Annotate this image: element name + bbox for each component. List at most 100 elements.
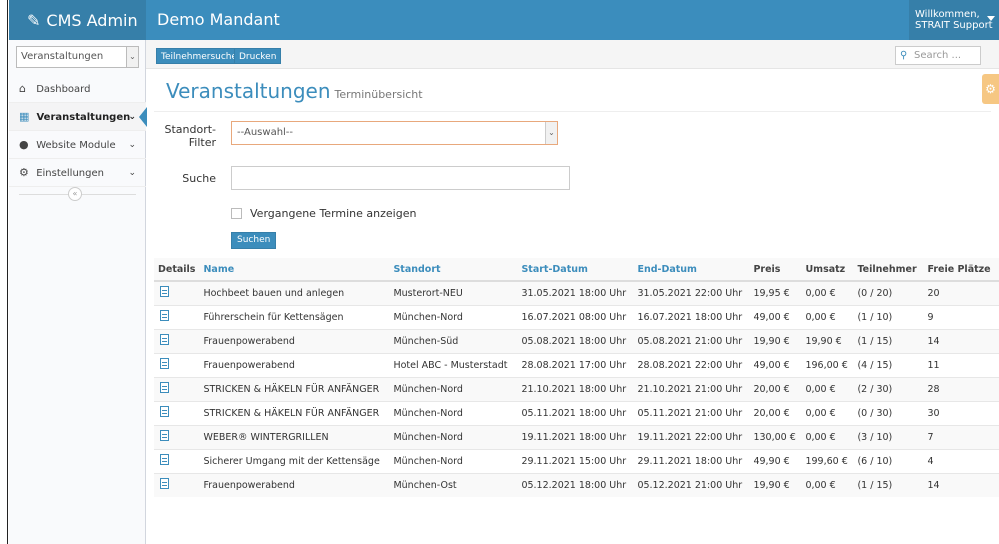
document-icon[interactable] <box>160 454 169 465</box>
module-select-value: Veranstaltungen <box>21 51 104 62</box>
teilnehmersuche-button[interactable]: Teilnehmersuche <box>156 48 243 64</box>
col-teilnehmer: Teilnehmer <box>853 258 924 282</box>
cell-umsatz: 0,00 € <box>801 376 854 401</box>
cell-frei: 30 <box>923 400 999 425</box>
cell-teilnehmer: (4 / 15) <box>853 352 924 377</box>
col-details: Details <box>154 258 200 282</box>
document-icon[interactable] <box>160 310 169 321</box>
brand-label: CMS Admin <box>46 10 138 30</box>
cell-start: 16.07.2021 08:00 Uhr <box>517 304 634 329</box>
document-icon[interactable] <box>160 286 169 298</box>
user-name: STRAIT Support <box>915 20 993 31</box>
document-icon[interactable] <box>160 406 169 417</box>
table-row: STRICKEN & HÄKELN FÜR ANFÄNGER München-N… <box>154 376 999 401</box>
sidebar-item-einstellungen[interactable]: ⚙ Einstellungen ⌄ <box>9 159 146 187</box>
table-row: WEBER® WINTERGRILLEN München-Nord 19.11.… <box>154 424 999 449</box>
table-row: STRICKEN & HÄKELN FÜR ANFÄNGER München-N… <box>154 400 999 425</box>
cell-preis: 49,00 € <box>749 304 802 329</box>
document-icon[interactable] <box>160 430 169 441</box>
cell-teilnehmer: (0 / 20) <box>853 280 924 305</box>
cell-start: 05.11.2021 18:00 Uhr <box>517 400 634 425</box>
cell-standort: München-Nord <box>389 376 518 401</box>
col-end-datum[interactable]: End-Datum <box>633 258 750 282</box>
cell-standort: München-Nord <box>389 304 518 329</box>
vergangene-termine-label[interactable]: Vergangene Termine anzeigen <box>250 207 416 220</box>
cell-umsatz: 19,90 € <box>801 328 854 353</box>
page-title: Veranstaltungen Terminübersicht <box>166 79 423 103</box>
cell-end: 19.11.2021 22:00 Uhr <box>633 424 750 449</box>
window-border <box>0 0 8 544</box>
sidebar-item-label: Website Module <box>36 140 116 151</box>
cell-standort: München-Nord <box>389 400 518 425</box>
cell-frei: 7 <box>923 424 999 449</box>
cell-name: Frauenpowerabend <box>199 472 390 497</box>
cell-preis: 19,90 € <box>749 472 802 497</box>
standort-filter-label: Standort- Filter <box>160 123 216 149</box>
standort-filter-value: --Auswahl-- <box>237 127 294 138</box>
col-name[interactable]: Name <box>199 258 390 282</box>
chevron-down-icon: ⌄ <box>545 122 557 144</box>
cell-frei: 14 <box>923 328 999 353</box>
cell-umsatz: 0,00 € <box>801 304 854 329</box>
cell-name: Hochbeet bauen und anlegen <box>199 280 390 305</box>
col-umsatz: Umsatz <box>801 258 854 282</box>
vergangene-termine-checkbox[interactable] <box>231 208 242 219</box>
cell-teilnehmer: (6 / 10) <box>853 448 924 473</box>
drucken-button[interactable]: Drucken <box>234 48 282 64</box>
caret-down-icon <box>987 16 995 21</box>
cell-start: 05.08.2021 18:00 Uhr <box>517 328 634 353</box>
cell-start: 21.10.2021 18:00 Uhr <box>517 376 634 401</box>
user-menu[interactable]: Willkommen, STRAIT Support <box>909 0 999 40</box>
cell-preis: 130,00 € <box>749 424 802 449</box>
search-input[interactable]: ⚲ Search ... <box>895 46 981 65</box>
cell-end: 31.05.2021 22:00 Uhr <box>633 280 750 305</box>
cell-start: 29.11.2021 15:00 Uhr <box>517 448 634 473</box>
sidebar-collapse[interactable]: « <box>9 187 146 201</box>
toolbar: Teilnehmersuche Drucken ⚲ Search ... <box>146 40 999 69</box>
chevron-down-icon: ⌄ <box>126 47 138 67</box>
suchen-button[interactable]: Suchen <box>231 232 277 249</box>
module-select[interactable]: Veranstaltungen ⌄ <box>16 46 139 68</box>
cell-name: STRICKEN & HÄKELN FÜR ANFÄNGER <box>199 376 390 401</box>
cell-end: 29.11.2021 18:00 Uhr <box>633 448 750 473</box>
col-start-datum[interactable]: Start-Datum <box>517 258 634 282</box>
standort-label-line2: Filter <box>188 136 216 149</box>
collapse-left-icon[interactable]: « <box>68 187 82 201</box>
standort-filter-select[interactable]: --Auswahl-- ⌄ <box>231 121 558 145</box>
cell-standort: München-Ost <box>389 472 518 497</box>
cell-preis: 20,00 € <box>749 376 802 401</box>
table-row: Hochbeet bauen und anlegen Musterort-NEU… <box>154 280 999 305</box>
events-table: Details Name Standort Start-Datum End-Da… <box>154 258 999 497</box>
chevron-down-icon: ⌄ <box>128 168 136 178</box>
cell-frei: 28 <box>923 376 999 401</box>
col-standort[interactable]: Standort <box>389 258 518 282</box>
table-row: Frauenpowerabend München-Ost 05.12.2021 … <box>154 472 999 497</box>
suche-input[interactable] <box>231 166 570 190</box>
document-icon[interactable] <box>160 334 169 345</box>
cell-start: 28.08.2021 17:00 Uhr <box>517 352 634 377</box>
document-icon[interactable] <box>160 382 169 393</box>
cell-preis: 49,90 € <box>749 448 802 473</box>
cell-end: 05.12.2021 21:00 Uhr <box>633 472 750 497</box>
sidebar: Veranstaltungen ⌄ ⌂ Dashboard ▦ Veransta… <box>9 40 147 544</box>
cell-name: Sicherer Umgang mit der Kettensäge <box>199 448 390 473</box>
sidebar-item-dashboard[interactable]: ⌂ Dashboard <box>9 75 146 103</box>
document-icon[interactable] <box>160 478 169 490</box>
cell-frei: 20 <box>923 280 999 305</box>
edit-icon: ✎ <box>27 10 41 30</box>
gear-icon[interactable]: ⚙ <box>982 74 999 104</box>
brand-logo[interactable]: ✎ CMS Admin <box>9 0 146 40</box>
cell-standort: München-Süd <box>389 328 518 353</box>
cell-start: 31.05.2021 18:00 Uhr <box>517 280 634 305</box>
sidebar-item-website-module[interactable]: ● Website Module ⌄ <box>9 131 146 159</box>
search-icon: ⚲ <box>900 50 908 61</box>
suche-label: Suche <box>182 172 216 185</box>
sidebar-item-label: Einstellungen <box>36 168 104 179</box>
cell-umsatz: 0,00 € <box>801 472 854 497</box>
top-navbar: ✎ CMS Admin Demo Mandant Willkommen, STR… <box>9 0 999 40</box>
table-row: Führerschein für Kettensägen München-Nor… <box>154 304 999 329</box>
page-subtitle: Terminübersicht <box>334 88 423 101</box>
document-icon[interactable] <box>160 358 169 369</box>
cell-standort: Musterort-NEU <box>389 280 518 305</box>
sidebar-item-veranstaltungen[interactable]: ▦ Veranstaltungen ⌄ <box>9 103 147 131</box>
